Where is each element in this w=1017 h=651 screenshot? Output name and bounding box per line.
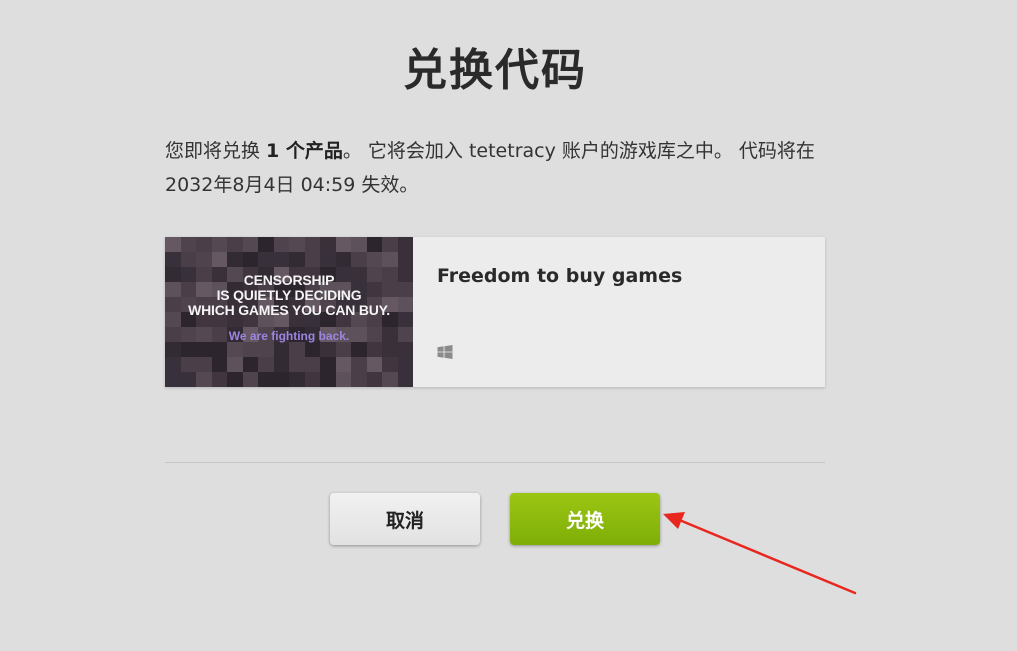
page-title: 兑换代码 xyxy=(403,45,587,96)
image-headline-line: WHICH GAMES YOU CAN BUY. xyxy=(188,302,390,318)
description-intro: 您即将兑换 xyxy=(165,140,267,162)
image-headline-line: CENSORSHIP xyxy=(243,272,335,288)
image-subline: We are fighting back. xyxy=(228,329,350,343)
image-headline: CENSORSHIP IS QUIETLY DECIDING WHICH GAM… xyxy=(165,273,413,318)
windows-icon xyxy=(437,345,453,359)
redeem-button[interactable]: 兑换 xyxy=(510,493,660,545)
cancel-button[interactable]: 取消 xyxy=(330,493,480,545)
annotation-arrow-icon xyxy=(663,512,857,595)
product-image: CENSORSHIP IS QUIETLY DECIDING WHICH GAM… xyxy=(165,237,413,387)
product-info: Freedom to buy games xyxy=(413,237,825,387)
product-count: 1 个产品 xyxy=(266,140,343,162)
image-headline-line: IS QUIETLY DECIDING xyxy=(216,287,362,303)
product-card: CENSORSHIP IS QUIETLY DECIDING WHICH GAM… xyxy=(165,237,825,387)
product-title: Freedom to buy games xyxy=(437,265,683,287)
divider xyxy=(165,462,825,463)
redeem-description: 您即将兑换 1 个产品。 它将会加入 tetetracy 账户的游戏库之中。 代… xyxy=(165,134,830,202)
